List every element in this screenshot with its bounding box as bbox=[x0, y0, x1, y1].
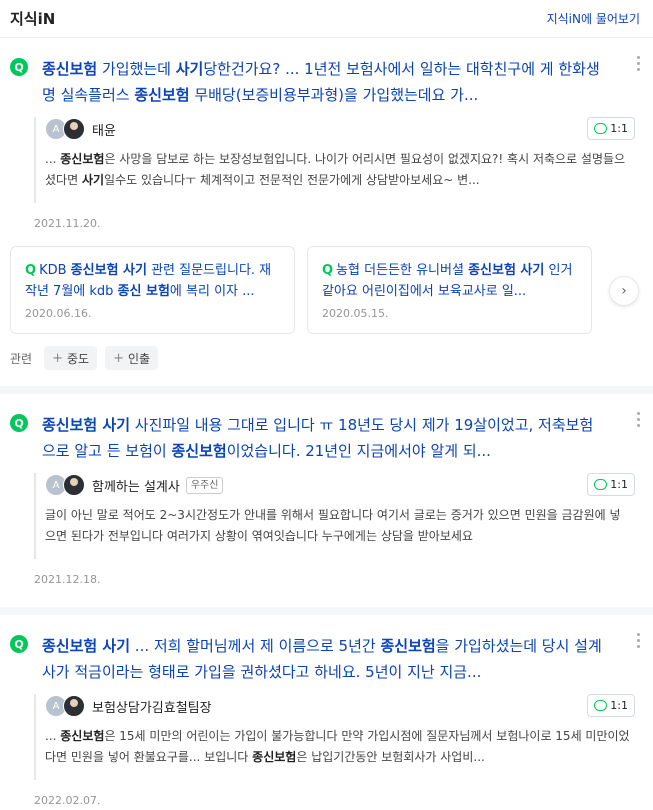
more-options-icon[interactable] bbox=[637, 56, 641, 71]
expert-avatar bbox=[63, 695, 85, 717]
answerer-grade-badge: 우주신 bbox=[185, 476, 224, 494]
question-icon: Q bbox=[10, 635, 28, 653]
ask-question-link[interactable]: 지식iN에 물어보기 bbox=[547, 10, 640, 27]
answerer-name[interactable]: 태윤 bbox=[92, 120, 116, 139]
answer-snippet[interactable]: ... 종신보험은 15세 미만의 어린이는 가입이 불가능합니다 만약 가입시… bbox=[45, 726, 635, 768]
qna-item: Q 종신보험 가입했는데 사기당한건가요? ... 1년전 보험사에서 일하는 … bbox=[0, 38, 653, 386]
answer-header: A 함께하는 설계사 우주신 1:1 bbox=[45, 473, 635, 497]
related-question-text: KDB 종신보험 사기 관련 질문드립니다. 재작년 7월에 kdb 종신 보험… bbox=[25, 263, 272, 299]
plus-icon: + bbox=[113, 350, 124, 366]
related-keywords: 관련 + 중도 + 인출 bbox=[10, 334, 635, 386]
panel-header: 지식iN 지식iN에 물어보기 bbox=[0, 0, 653, 38]
one-on-one-label: 1:1 bbox=[610, 122, 628, 135]
more-options-icon[interactable] bbox=[637, 633, 641, 648]
question-title-link[interactable]: 종신보험 사기 사진파일 내용 그대로 입니다 ㅠ 18년도 당시 제가 19살… bbox=[42, 412, 605, 464]
carousel-next-button[interactable]: › bbox=[609, 276, 639, 306]
answer-snippet[interactable]: ... 종신보험은 사망을 담보로 하는 보장성보험입니다. 나이가 어리시면 … bbox=[45, 149, 635, 191]
answer-block: A 보험상담가김효철팀장 1:1 ... 종신보험은 15세 미만의 어린이는 … bbox=[34, 694, 635, 780]
answer-block: A 태윤 1:1 ... 종신보험은 사망을 담보로 하는 보장성보험입니다. … bbox=[34, 117, 635, 203]
chevron-right-icon: › bbox=[621, 283, 627, 299]
one-on-one-label: 1:1 bbox=[610, 699, 628, 712]
question-title-link[interactable]: 종신보험 가입했는데 사기당한건가요? ... 1년전 보험사에서 일하는 대학… bbox=[42, 56, 605, 108]
qna-item: Q 종신보험 사기 사진파일 내용 그대로 입니다 ㅠ 18년도 당시 제가 1… bbox=[0, 394, 653, 607]
answer-header: A 보험상담가김효철팀장 1:1 bbox=[45, 694, 635, 718]
section-title: 지식iN bbox=[10, 10, 56, 28]
item-divider bbox=[0, 607, 653, 615]
more-options-icon[interactable] bbox=[637, 412, 641, 427]
one-on-one-button[interactable]: 1:1 bbox=[587, 473, 635, 496]
related-keyword-chip[interactable]: + 인출 bbox=[105, 346, 159, 370]
knowledge-in-panel: 지식iN 지식iN에 물어보기 Q 종신보험 가입했는데 사기당한건가요? ..… bbox=[0, 0, 653, 810]
one-on-one-button[interactable]: 1:1 bbox=[587, 694, 635, 717]
related-question-title[interactable]: Q 농협 더든든한 유니버셜 종신보험 사기 인거 같아요 어린이집에서 보육교사… bbox=[322, 260, 577, 302]
answer-date: 2021.12.18. bbox=[34, 573, 101, 586]
question-icon: Q bbox=[10, 414, 28, 432]
related-question-card[interactable]: Q 농협 더든든한 유니버셜 종신보험 사기 인거 같아요 어린이집에서 보육교사… bbox=[307, 246, 592, 334]
item-divider bbox=[0, 386, 653, 394]
avatar-group: A bbox=[45, 695, 85, 717]
plus-icon: + bbox=[52, 350, 63, 366]
expert-avatar bbox=[63, 474, 85, 496]
answerer-name[interactable]: 함께하는 설계사 bbox=[92, 476, 180, 495]
avatar-group: A bbox=[45, 474, 85, 496]
related-questions-carousel: Q KDB 종신보험 사기 관련 질문드립니다. 재작년 7월에 kdb 종신 보… bbox=[10, 246, 639, 334]
related-question-text: 농협 더든든한 유니버셜 종신보험 사기 인거 같아요 어린이집에서 보육교사로… bbox=[322, 263, 573, 299]
related-keyword-chip[interactable]: + 중도 bbox=[44, 346, 98, 370]
related-question-date: 2020.05.15. bbox=[322, 307, 389, 320]
qna-item: Q 종신보험 사기 ... 저희 할머님께서 제 이름으로 5년간 종신보험을 … bbox=[0, 615, 653, 810]
answer-date: 2021.11.20. bbox=[34, 217, 101, 230]
expert-avatar bbox=[63, 118, 85, 140]
answer-header: A 태윤 1:1 bbox=[45, 117, 635, 141]
related-question-card[interactable]: Q KDB 종신보험 사기 관련 질문드립니다. 재작년 7월에 kdb 종신 보… bbox=[10, 246, 295, 334]
chip-label: 인출 bbox=[128, 351, 151, 366]
question-icon: Q bbox=[322, 263, 334, 278]
chat-bubble-icon bbox=[594, 123, 608, 134]
one-on-one-button[interactable]: 1:1 bbox=[587, 117, 635, 140]
avatar-group: A bbox=[45, 118, 85, 140]
answerer-name[interactable]: 보험상담가김효철팀장 bbox=[92, 697, 212, 716]
chat-bubble-icon bbox=[594, 479, 608, 490]
related-label: 관련 bbox=[10, 351, 33, 366]
question-icon: Q bbox=[10, 58, 28, 76]
answer-block: A 함께하는 설계사 우주신 1:1 글이 아닌 말로 적어도 2~3시간정도가… bbox=[34, 473, 635, 559]
related-question-title[interactable]: Q KDB 종신보험 사기 관련 질문드립니다. 재작년 7월에 kdb 종신 보… bbox=[25, 260, 280, 302]
one-on-one-label: 1:1 bbox=[610, 478, 628, 491]
answer-date: 2022.02.07. bbox=[34, 794, 101, 807]
question-icon: Q bbox=[25, 263, 37, 278]
chat-bubble-icon bbox=[594, 700, 608, 711]
answer-snippet[interactable]: 글이 아닌 말로 적어도 2~3시간정도가 안내를 위해서 필요합니다 여기서 … bbox=[45, 505, 635, 547]
question-title-link[interactable]: 종신보험 사기 ... 저희 할머님께서 제 이름으로 5년간 종신보험을 가입… bbox=[42, 633, 605, 685]
related-question-date: 2020.06.16. bbox=[25, 307, 92, 320]
chip-label: 중도 bbox=[67, 351, 90, 366]
